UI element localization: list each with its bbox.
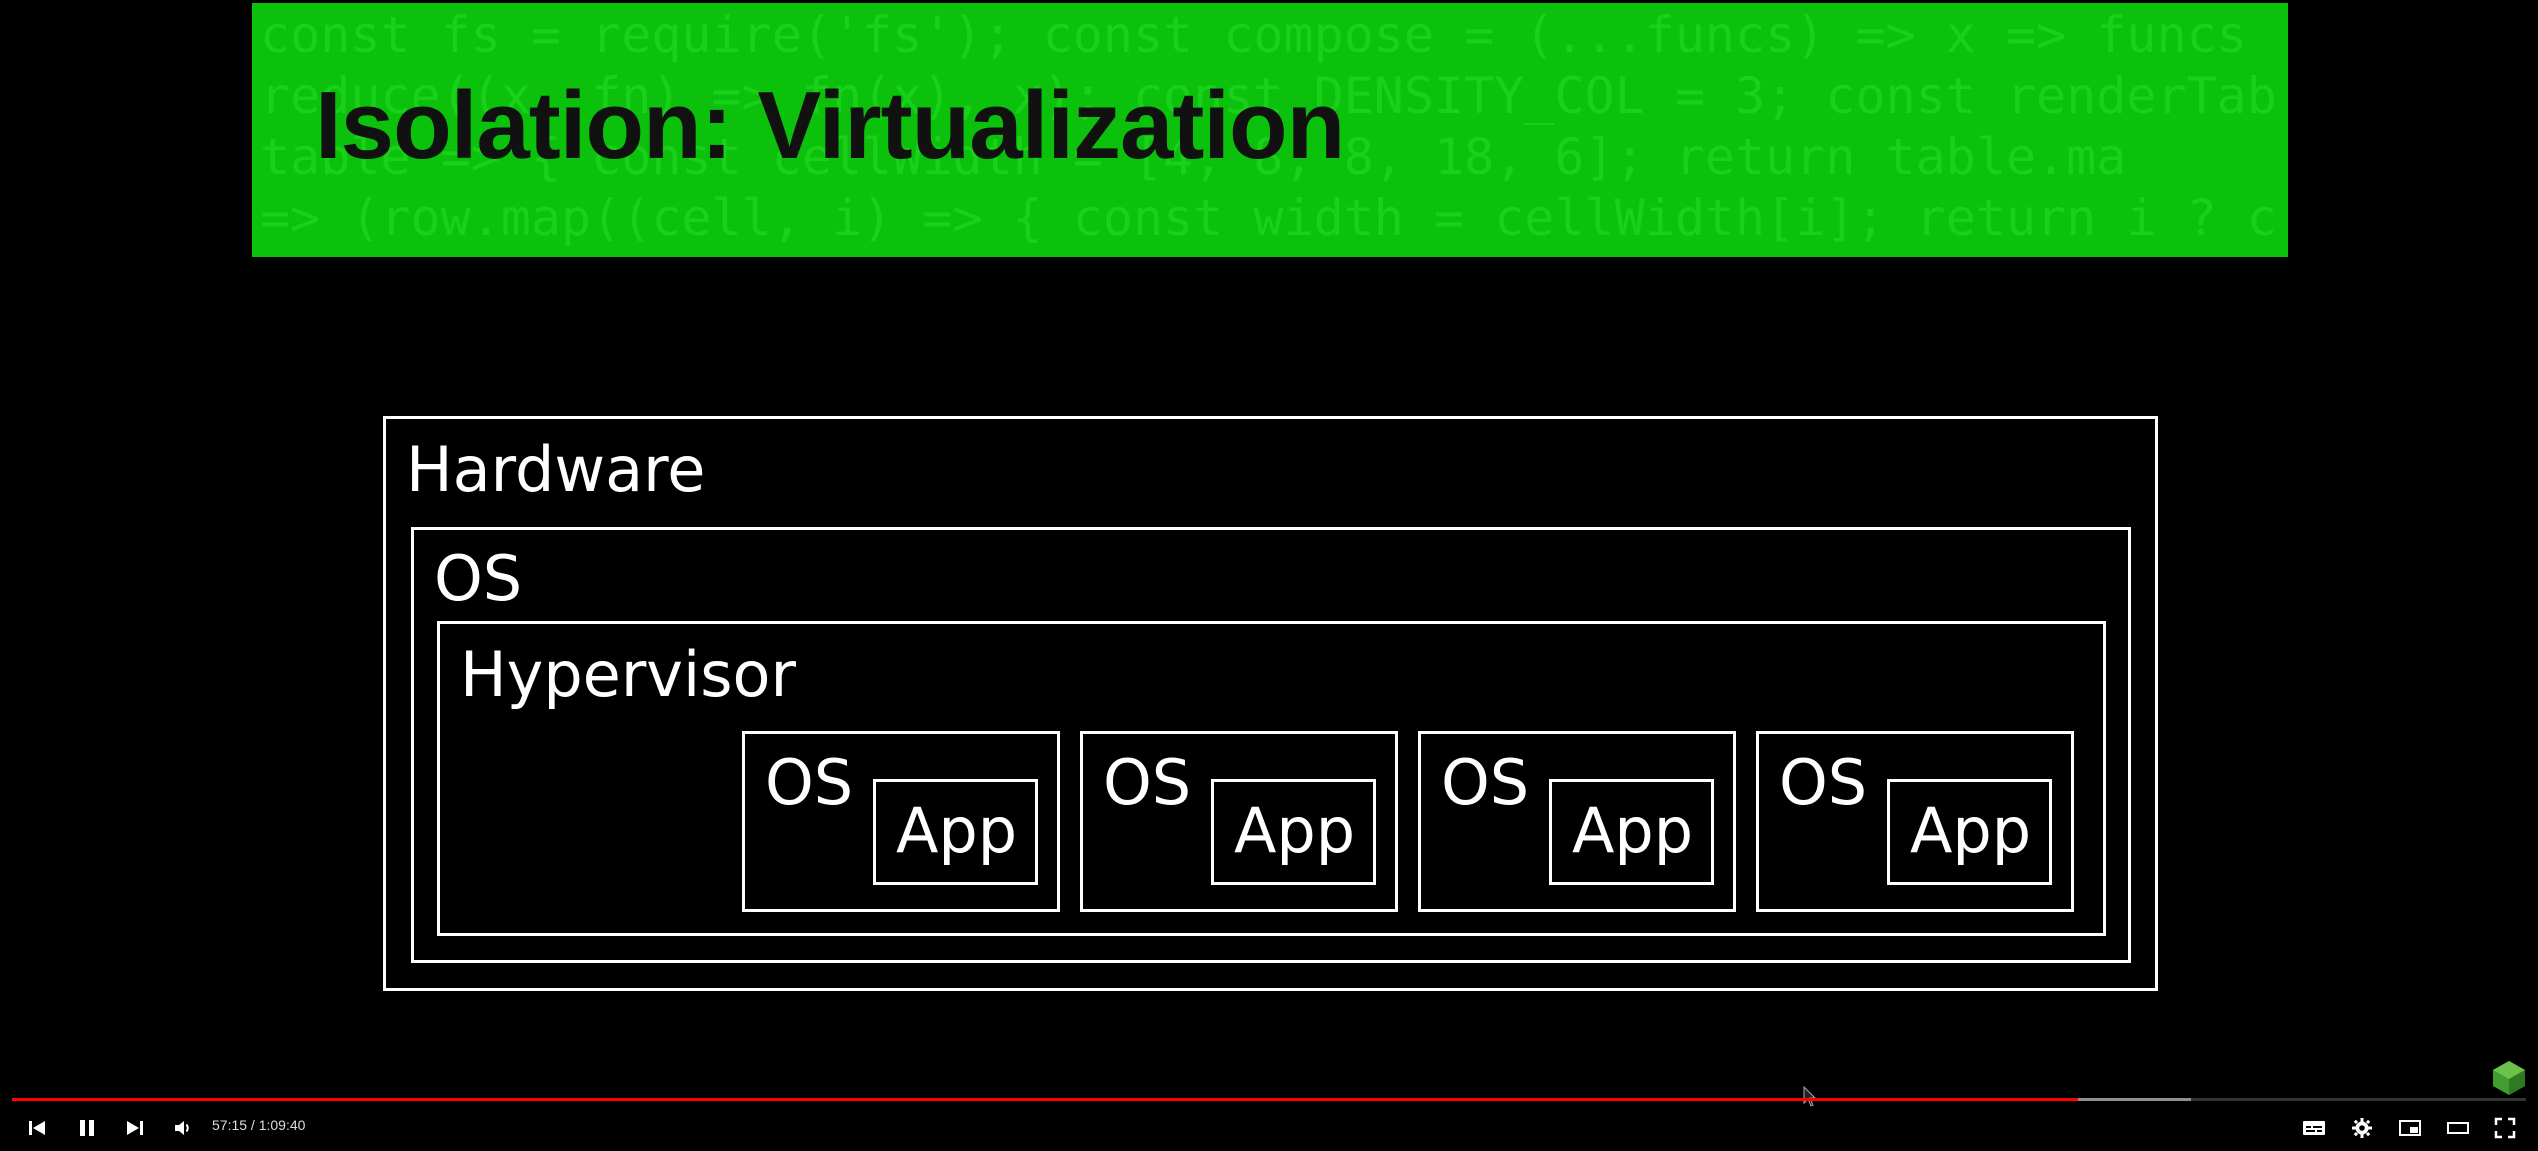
vm-app-box: App — [1211, 779, 1376, 885]
vm-os-label: OS — [1103, 746, 1192, 819]
vm-os-box: OS App — [742, 731, 1060, 912]
vm-os-label: OS — [1441, 746, 1530, 819]
vm-app-label: App — [1234, 794, 1356, 867]
host-os-box: OS Hypervisor OS App OS App OS App OS Ap… — [411, 527, 2131, 963]
vm-os-box: OS App — [1418, 731, 1736, 912]
previous-button[interactable] — [22, 1113, 52, 1143]
subtitles-icon — [2303, 1121, 2325, 1135]
channel-watermark-icon[interactable] — [2492, 1060, 2526, 1096]
code-line: const fs = require('fs'); const compose … — [260, 6, 2247, 64]
progress-bar[interactable] — [12, 1098, 2526, 1101]
miniplayer-icon — [2399, 1120, 2421, 1136]
fullscreen-button[interactable] — [2490, 1113, 2520, 1143]
host-os-label: OS — [434, 542, 523, 615]
slide-title: Isolation: Virtualization — [315, 72, 1345, 179]
hypervisor-box: Hypervisor OS App OS App OS App OS App — [437, 621, 2106, 936]
vm-os-label: OS — [1779, 746, 1868, 819]
video-player[interactable]: const fs = require('fs'); const compose … — [0, 0, 2538, 1151]
miniplayer-button[interactable] — [2395, 1113, 2425, 1143]
gear-icon — [2352, 1118, 2372, 1138]
time-separator: / — [247, 1117, 259, 1133]
fullscreen-icon — [2494, 1117, 2516, 1139]
vm-app-box: App — [1887, 779, 2052, 885]
vm-os-label: OS — [765, 746, 854, 819]
vm-app-box: App — [873, 779, 1038, 885]
time-display: 57:15 / 1:09:40 — [212, 1117, 305, 1133]
pause-button[interactable] — [72, 1113, 102, 1143]
settings-button[interactable] — [2347, 1113, 2377, 1143]
slide-title-banner: const fs = require('fs'); const compose … — [252, 3, 2288, 257]
skip-previous-icon — [29, 1121, 45, 1135]
volume-button[interactable] — [168, 1113, 198, 1143]
next-button[interactable] — [120, 1113, 150, 1143]
theater-mode-button[interactable] — [2443, 1113, 2473, 1143]
theater-mode-icon — [2447, 1122, 2469, 1134]
vm-app-label: App — [1572, 794, 1694, 867]
hardware-label: Hardware — [406, 433, 706, 506]
vm-app-label: App — [896, 794, 1018, 867]
volume-icon — [175, 1121, 189, 1135]
code-line: => (row.map((cell, i) => { const width =… — [260, 189, 2277, 247]
player-controls: 57:15 / 1:09:40 — [0, 1105, 2538, 1151]
hardware-box: Hardware OS Hypervisor OS App OS App OS … — [383, 416, 2158, 991]
vm-app-box: App — [1549, 779, 1714, 885]
hypervisor-label: Hypervisor — [460, 638, 796, 711]
duration: 1:09:40 — [258, 1117, 306, 1133]
current-time: 57:15 — [212, 1117, 248, 1133]
pause-icon — [80, 1120, 94, 1136]
subtitles-button[interactable] — [2299, 1113, 2329, 1143]
vm-os-box: OS App — [1756, 731, 2074, 912]
vm-os-box: OS App — [1080, 731, 1398, 912]
progress-played — [12, 1098, 2078, 1101]
skip-next-icon — [127, 1121, 143, 1135]
vm-app-label: App — [1910, 794, 2032, 867]
